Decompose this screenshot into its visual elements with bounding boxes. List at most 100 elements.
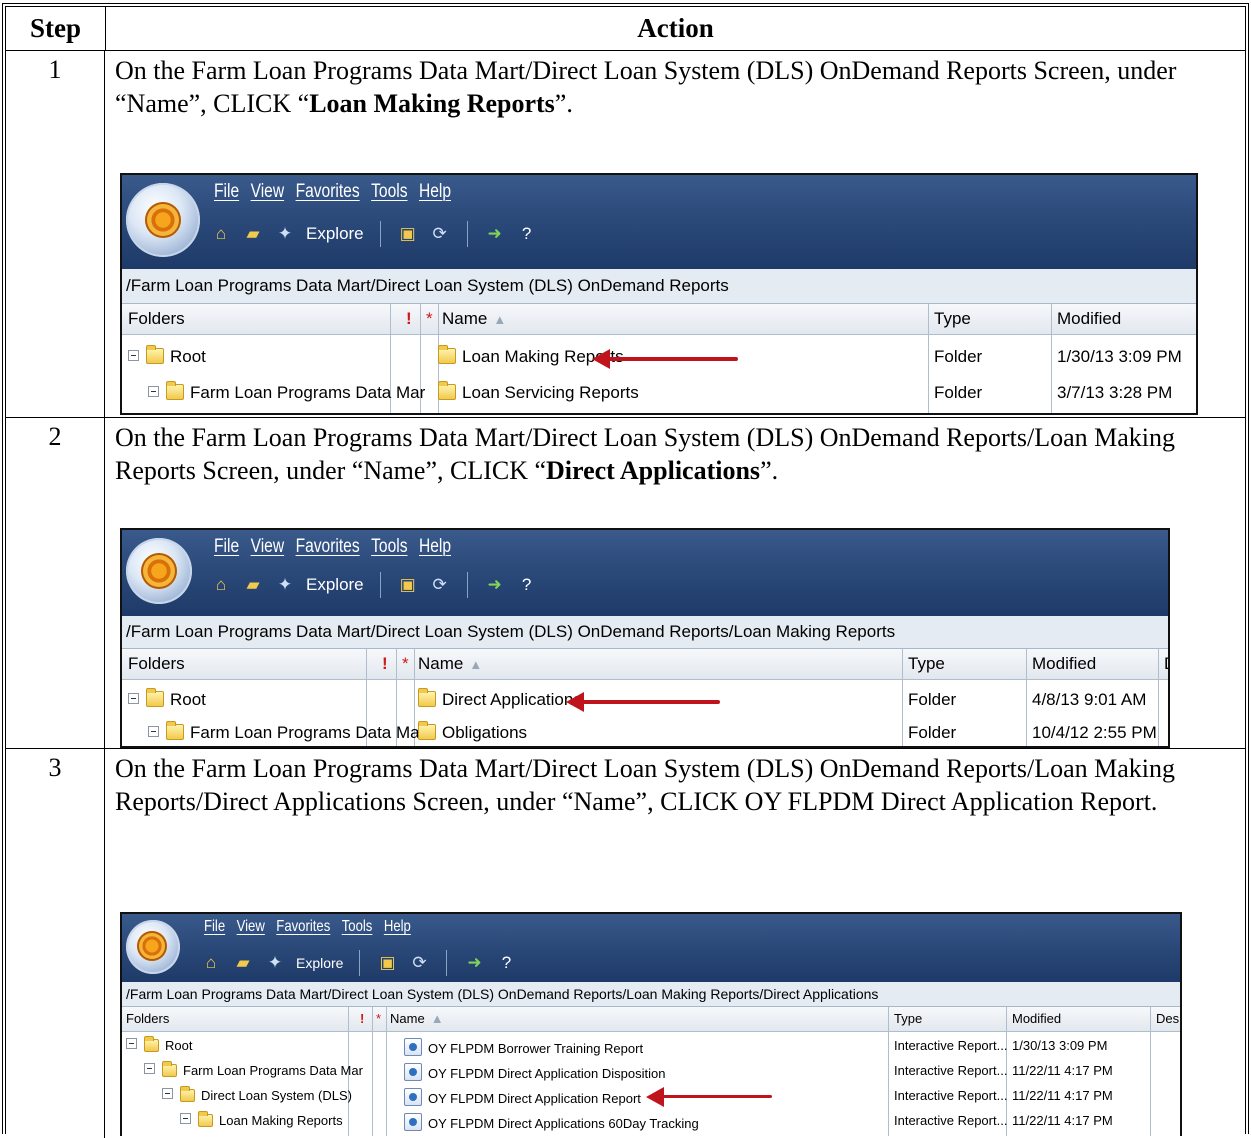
refresh-icon[interactable]: ⟳ [408, 952, 430, 974]
menu-favorites[interactable]: Favorites [296, 536, 360, 558]
export-icon[interactable]: ➜ [484, 223, 506, 245]
menu-view[interactable]: View [237, 918, 265, 936]
tree-label: Farm Loan Programs Data Mar [190, 723, 426, 742]
tree-item-root[interactable]: Root [128, 688, 206, 710]
folder-up-icon[interactable]: ▰ [242, 574, 264, 596]
new-column-header[interactable]: * [426, 304, 433, 334]
explore-button[interactable]: Explore [306, 575, 364, 595]
action-cell: On the Farm Loan Programs Data Mart/Dire… [106, 51, 1245, 417]
help-icon[interactable]: ? [516, 223, 538, 245]
tree-item-root[interactable]: Root [126, 1036, 192, 1053]
export-icon[interactable]: ➜ [463, 952, 485, 974]
menu-file[interactable]: File [204, 918, 225, 936]
new-column-header[interactable]: * [402, 649, 409, 679]
description-column-header[interactable]: D [1164, 649, 1168, 679]
refresh-icon[interactable]: ⟳ [429, 223, 451, 245]
collapse-icon[interactable] [148, 726, 159, 737]
collapse-icon[interactable] [128, 350, 139, 361]
collapse-icon[interactable] [162, 1088, 173, 1099]
tree-item-dls[interactable]: Direct Loan System (DLS) [162, 1086, 352, 1103]
priority-column-header[interactable]: ! [382, 649, 388, 679]
type-column-header[interactable]: Type [908, 649, 945, 679]
folders-header: Folders [128, 309, 185, 328]
interactive-report-icon [404, 1063, 422, 1081]
refresh-icon[interactable]: ⟳ [429, 574, 451, 596]
name-column-header[interactable]: Name ▲ [442, 304, 506, 334]
list-item[interactable]: OY FLPDM Direct Applications 60Day Track… [404, 1113, 699, 1131]
list-item[interactable]: Obligations [418, 721, 527, 743]
tree-item-farm-loan[interactable]: Farm Loan Programs Data Mar [148, 721, 426, 743]
modified-column-header[interactable]: Modified [1057, 304, 1121, 334]
app-logo-orb [126, 538, 192, 604]
menu-help[interactable]: Help [419, 181, 451, 203]
tree-item-root[interactable]: Root [128, 345, 206, 367]
menu-help[interactable]: Help [419, 536, 451, 558]
menu-file[interactable]: File [214, 536, 239, 558]
menu-view[interactable]: View [251, 181, 284, 203]
menu-view[interactable]: View [251, 536, 284, 558]
menu-bar: File View Favorites Tools Help [214, 181, 451, 203]
collapse-icon[interactable] [148, 386, 159, 397]
collapse-icon[interactable] [126, 1038, 137, 1049]
list-item[interactable]: OY FLPDM Borrower Training Report [404, 1038, 643, 1056]
home-icon[interactable]: ⌂ [210, 574, 232, 596]
item-type: Folder [934, 383, 983, 402]
home-icon[interactable]: ⌂ [200, 952, 222, 974]
action-instruction: On the Farm Loan Programs Data Mart/Dire… [115, 421, 1239, 487]
new-folder-icon[interactable]: ▣ [397, 223, 419, 245]
description-column-header[interactable]: Des [1156, 1007, 1179, 1031]
column-divider [372, 1007, 373, 1136]
collapse-icon[interactable] [144, 1063, 155, 1074]
explore-icon[interactable]: ✦ [264, 952, 286, 974]
new-folder-icon[interactable]: ▣ [397, 574, 419, 596]
menu-tools[interactable]: Tools [342, 918, 373, 936]
modified-column-header[interactable]: Modified [1012, 1007, 1061, 1031]
explore-icon[interactable]: ✦ [274, 574, 296, 596]
list-item[interactable]: OY FLPDM Direct Application Report [404, 1088, 641, 1106]
folder-icon [144, 1036, 159, 1052]
screenshot-direct-applications: File View Favorites Tools Help ⌂ ▰ ✦ Exp… [120, 912, 1182, 1136]
priority-column-header[interactable]: ! [406, 304, 412, 334]
new-column-header[interactable]: * [376, 1007, 381, 1031]
name-column-header[interactable]: Name ▲ [418, 649, 482, 679]
menu-help[interactable]: Help [384, 918, 411, 936]
new-folder-icon[interactable]: ▣ [376, 952, 398, 974]
item-modified: 4/8/13 9:01 AM [1032, 690, 1147, 709]
collapse-icon[interactable] [128, 693, 139, 704]
name-column-header[interactable]: Name ▲ [390, 1007, 444, 1031]
home-icon[interactable]: ⌂ [210, 223, 232, 245]
help-icon[interactable]: ? [495, 952, 517, 974]
tree-item-farm-loan[interactable]: Farm Loan Programs Data Mar [144, 1061, 363, 1078]
type-column-header[interactable]: Type [894, 1007, 922, 1031]
toolbar-icons: ⌂ ▰ ✦ Explore ▣ ⟳ ➜ ? [210, 221, 538, 247]
folder-up-icon[interactable]: ▰ [242, 223, 264, 245]
list-item[interactable]: Direct Applications [418, 688, 582, 710]
item-name: OY FLPDM Direct Application Disposition [428, 1066, 666, 1081]
menu-favorites[interactable]: Favorites [276, 918, 330, 936]
menu-tools[interactable]: Tools [371, 536, 407, 558]
tree-item-loan-making[interactable]: Loan Making Reports [180, 1111, 343, 1128]
folder-up-icon[interactable]: ▰ [232, 952, 254, 974]
folder-icon [146, 345, 164, 364]
list-item[interactable]: OY FLPDM Direct Application Disposition [404, 1063, 665, 1081]
tree-label: Farm Loan Programs Data Mar [183, 1063, 363, 1078]
explore-icon[interactable]: ✦ [274, 223, 296, 245]
explore-button[interactable]: Explore [296, 955, 343, 971]
priority-column-header[interactable]: ! [360, 1007, 364, 1031]
type-column-header[interactable]: Type [934, 304, 971, 334]
menu-favorites[interactable]: Favorites [296, 181, 360, 203]
help-icon[interactable]: ? [516, 574, 538, 596]
step-number: 3 [6, 749, 105, 1138]
export-icon[interactable]: ➜ [484, 574, 506, 596]
tree-label: Farm Loan Programs Data Mar [190, 383, 426, 402]
column-headers: Folders ! * Name ▲ Type Modified D [122, 649, 1168, 680]
menu-file[interactable]: File [214, 181, 239, 203]
modified-column-header[interactable]: Modified [1032, 649, 1096, 679]
menu-tools[interactable]: Tools [371, 181, 407, 203]
tree-item-farm-loan[interactable]: Farm Loan Programs Data Mar [148, 381, 426, 403]
explore-button[interactable]: Explore [306, 224, 364, 244]
red-arrow-pointer [592, 349, 738, 369]
collapse-icon[interactable] [180, 1113, 191, 1124]
toolbar-icons: ⌂ ▰ ✦ Explore ▣ ⟳ ➜ ? [200, 950, 517, 976]
list-item[interactable]: Loan Servicing Reports [438, 381, 639, 403]
